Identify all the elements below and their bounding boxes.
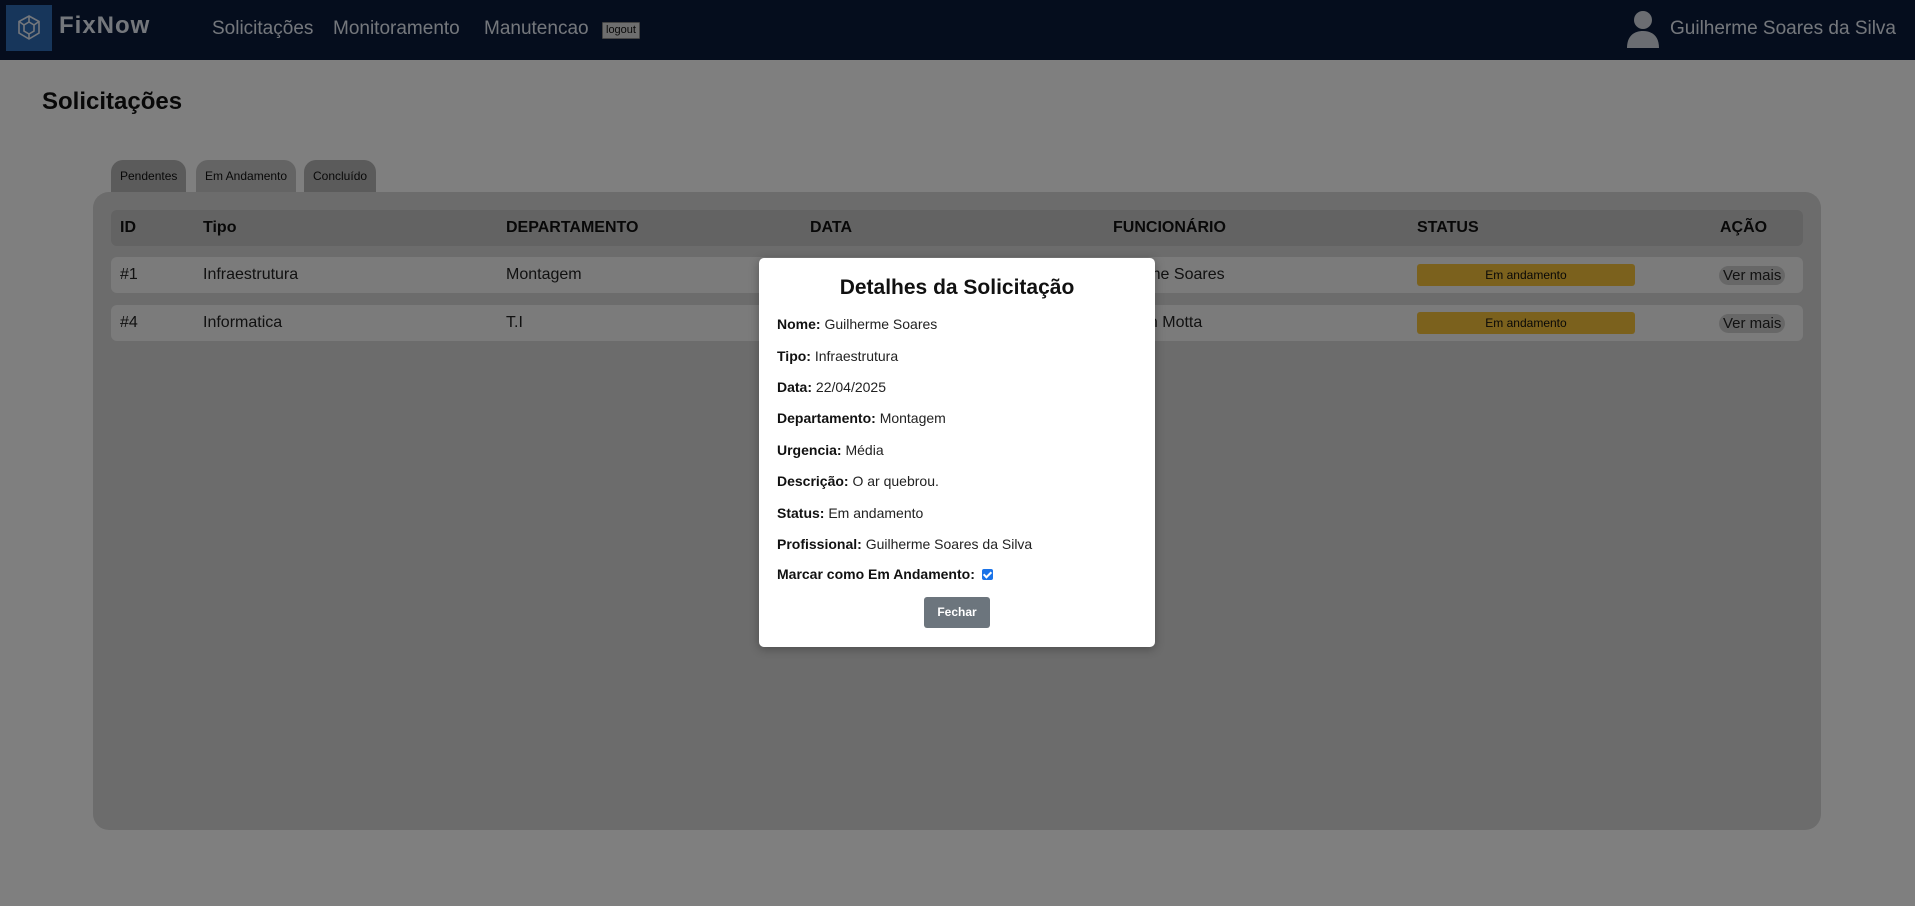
field-value: Infraestrutura	[814, 348, 899, 364]
field-tipo: Tipo: Infraestrutura	[777, 348, 898, 364]
field-value: Em andamento	[828, 505, 924, 521]
modal-title: Detalhes da Solicitação	[839, 276, 1075, 299]
field-label: Nome:	[777, 316, 821, 332]
field-value: Guilherme Soares da Silva	[865, 536, 1033, 552]
field-profissional: Profissional: Guilherme Soares da Silva	[777, 536, 1032, 552]
field-status: Status: Em andamento	[777, 505, 923, 521]
field-descricao: Descrição: O ar quebrou.	[777, 473, 939, 489]
field-label: Tipo:	[777, 348, 811, 364]
request-details-modal: Detalhes da Solicitação Nome: Guilherme …	[759, 258, 1155, 647]
field-value: O ar quebrou.	[852, 473, 939, 489]
checkbox-label: Marcar como Em Andamento:	[777, 566, 975, 582]
field-value: Média	[845, 442, 884, 458]
field-nome: Nome: Guilherme Soares	[777, 316, 937, 332]
field-departamento: Departamento: Montagem	[777, 410, 946, 426]
field-value: Guilherme Soares	[824, 316, 938, 332]
field-urgencia: Urgencia: Média	[777, 442, 884, 458]
field-label: Data:	[777, 379, 813, 395]
close-button[interactable]: Fechar	[924, 597, 990, 628]
field-value: 22/04/2025	[815, 379, 886, 395]
in-progress-checkbox[interactable]	[981, 568, 993, 580]
field-data: Data: 22/04/2025	[777, 379, 886, 395]
mark-in-progress-row: Marcar como Em Andamento:	[777, 566, 993, 582]
field-label: Status:	[777, 505, 825, 521]
field-label: Profissional:	[777, 536, 862, 552]
field-label: Descrição:	[777, 473, 849, 489]
field-label: Urgencia:	[777, 442, 842, 458]
field-value: Montagem	[879, 410, 946, 426]
field-label: Departamento:	[777, 410, 876, 426]
